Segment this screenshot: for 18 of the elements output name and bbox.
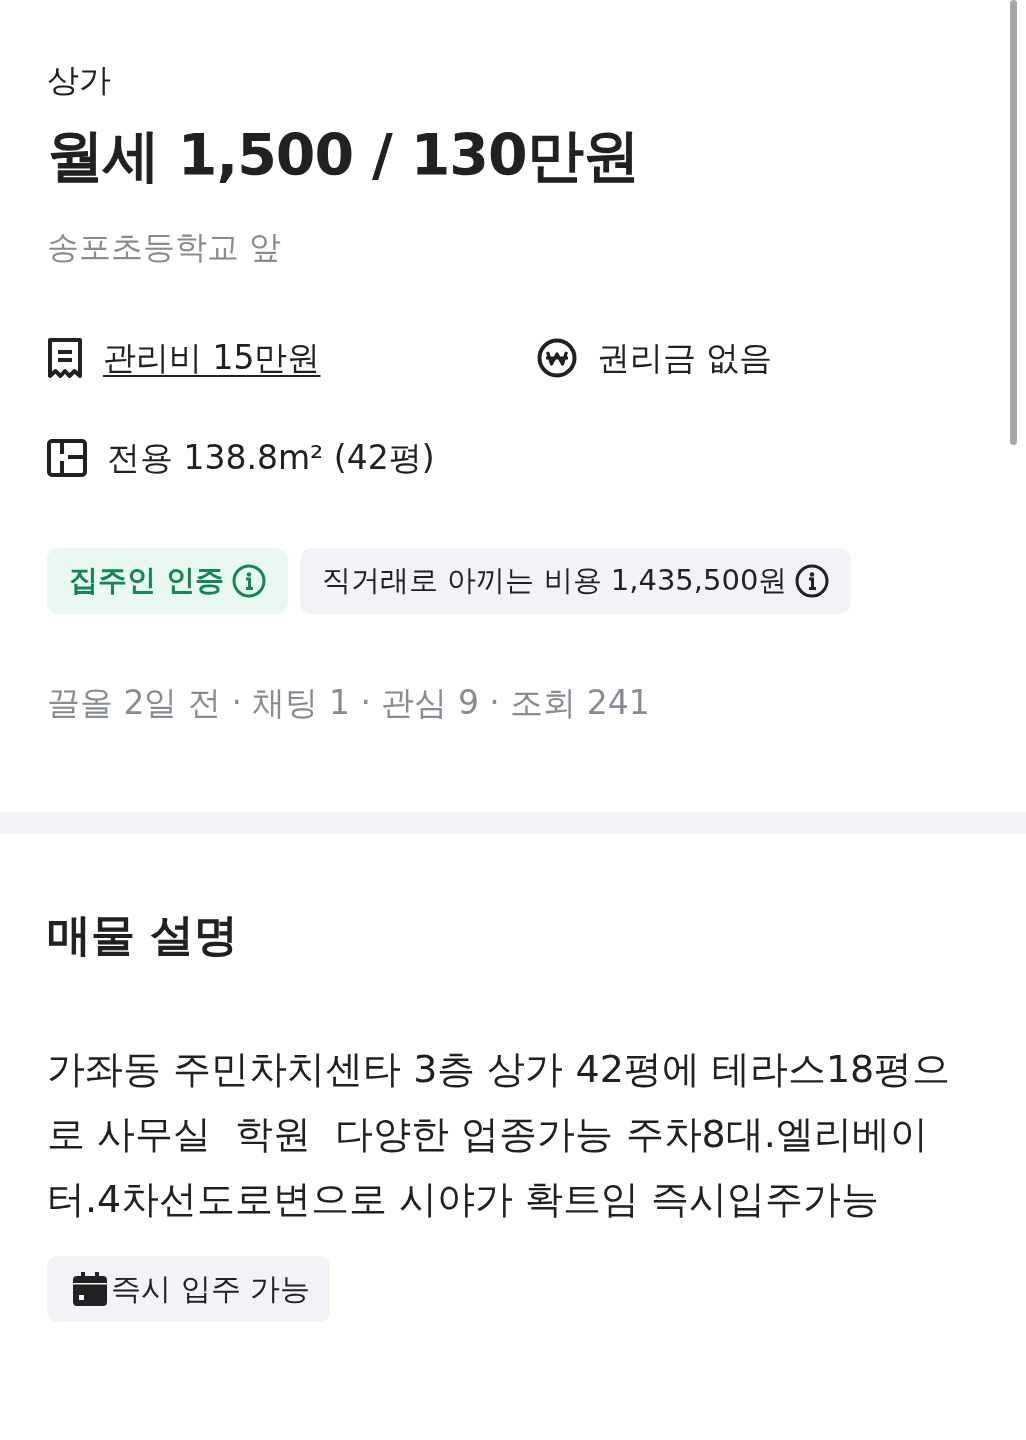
info-icon — [795, 564, 830, 598]
verified-badge[interactable]: 집주인 인증 — [47, 548, 289, 614]
listing-category: 상가 — [47, 60, 112, 101]
fact-text: 전용 138.8m² (42평) — [107, 437, 435, 479]
listing-stats: 끌올 2일 전 · 채팅 1 · 관심 9 · 조회 241 — [47, 682, 651, 724]
floorplan-icon — [47, 439, 87, 477]
info-icon — [232, 564, 267, 598]
fact-link[interactable]: 관리비 15만원 — [103, 336, 321, 380]
listing-location: 송포초등학교 앞 — [47, 227, 283, 268]
listing-price: 월세 1,500 / 130만원 — [47, 121, 640, 190]
calendar-icon — [73, 1272, 107, 1306]
won-icon — [537, 338, 577, 378]
fact-text: 권리금 없음 — [597, 337, 773, 379]
feature-tag-label: 즉시 입주 가능 — [111, 1269, 311, 1308]
section-title: 매물 설명 — [47, 908, 240, 962]
description-text: 가좌동 주민차치센타 3층 상가 42평에 테라스18평으로 사무실 학원 다양한 업종가능 주차8대.엘리베이터.4차선도로변으로 시야가 확트임 즉시입주가능 — [47, 1046, 952, 1223]
info-badge[interactable]: 직거래로 아끼는 비용 1,435,500원 — [300, 548, 852, 614]
receipt-icon — [47, 337, 83, 379]
